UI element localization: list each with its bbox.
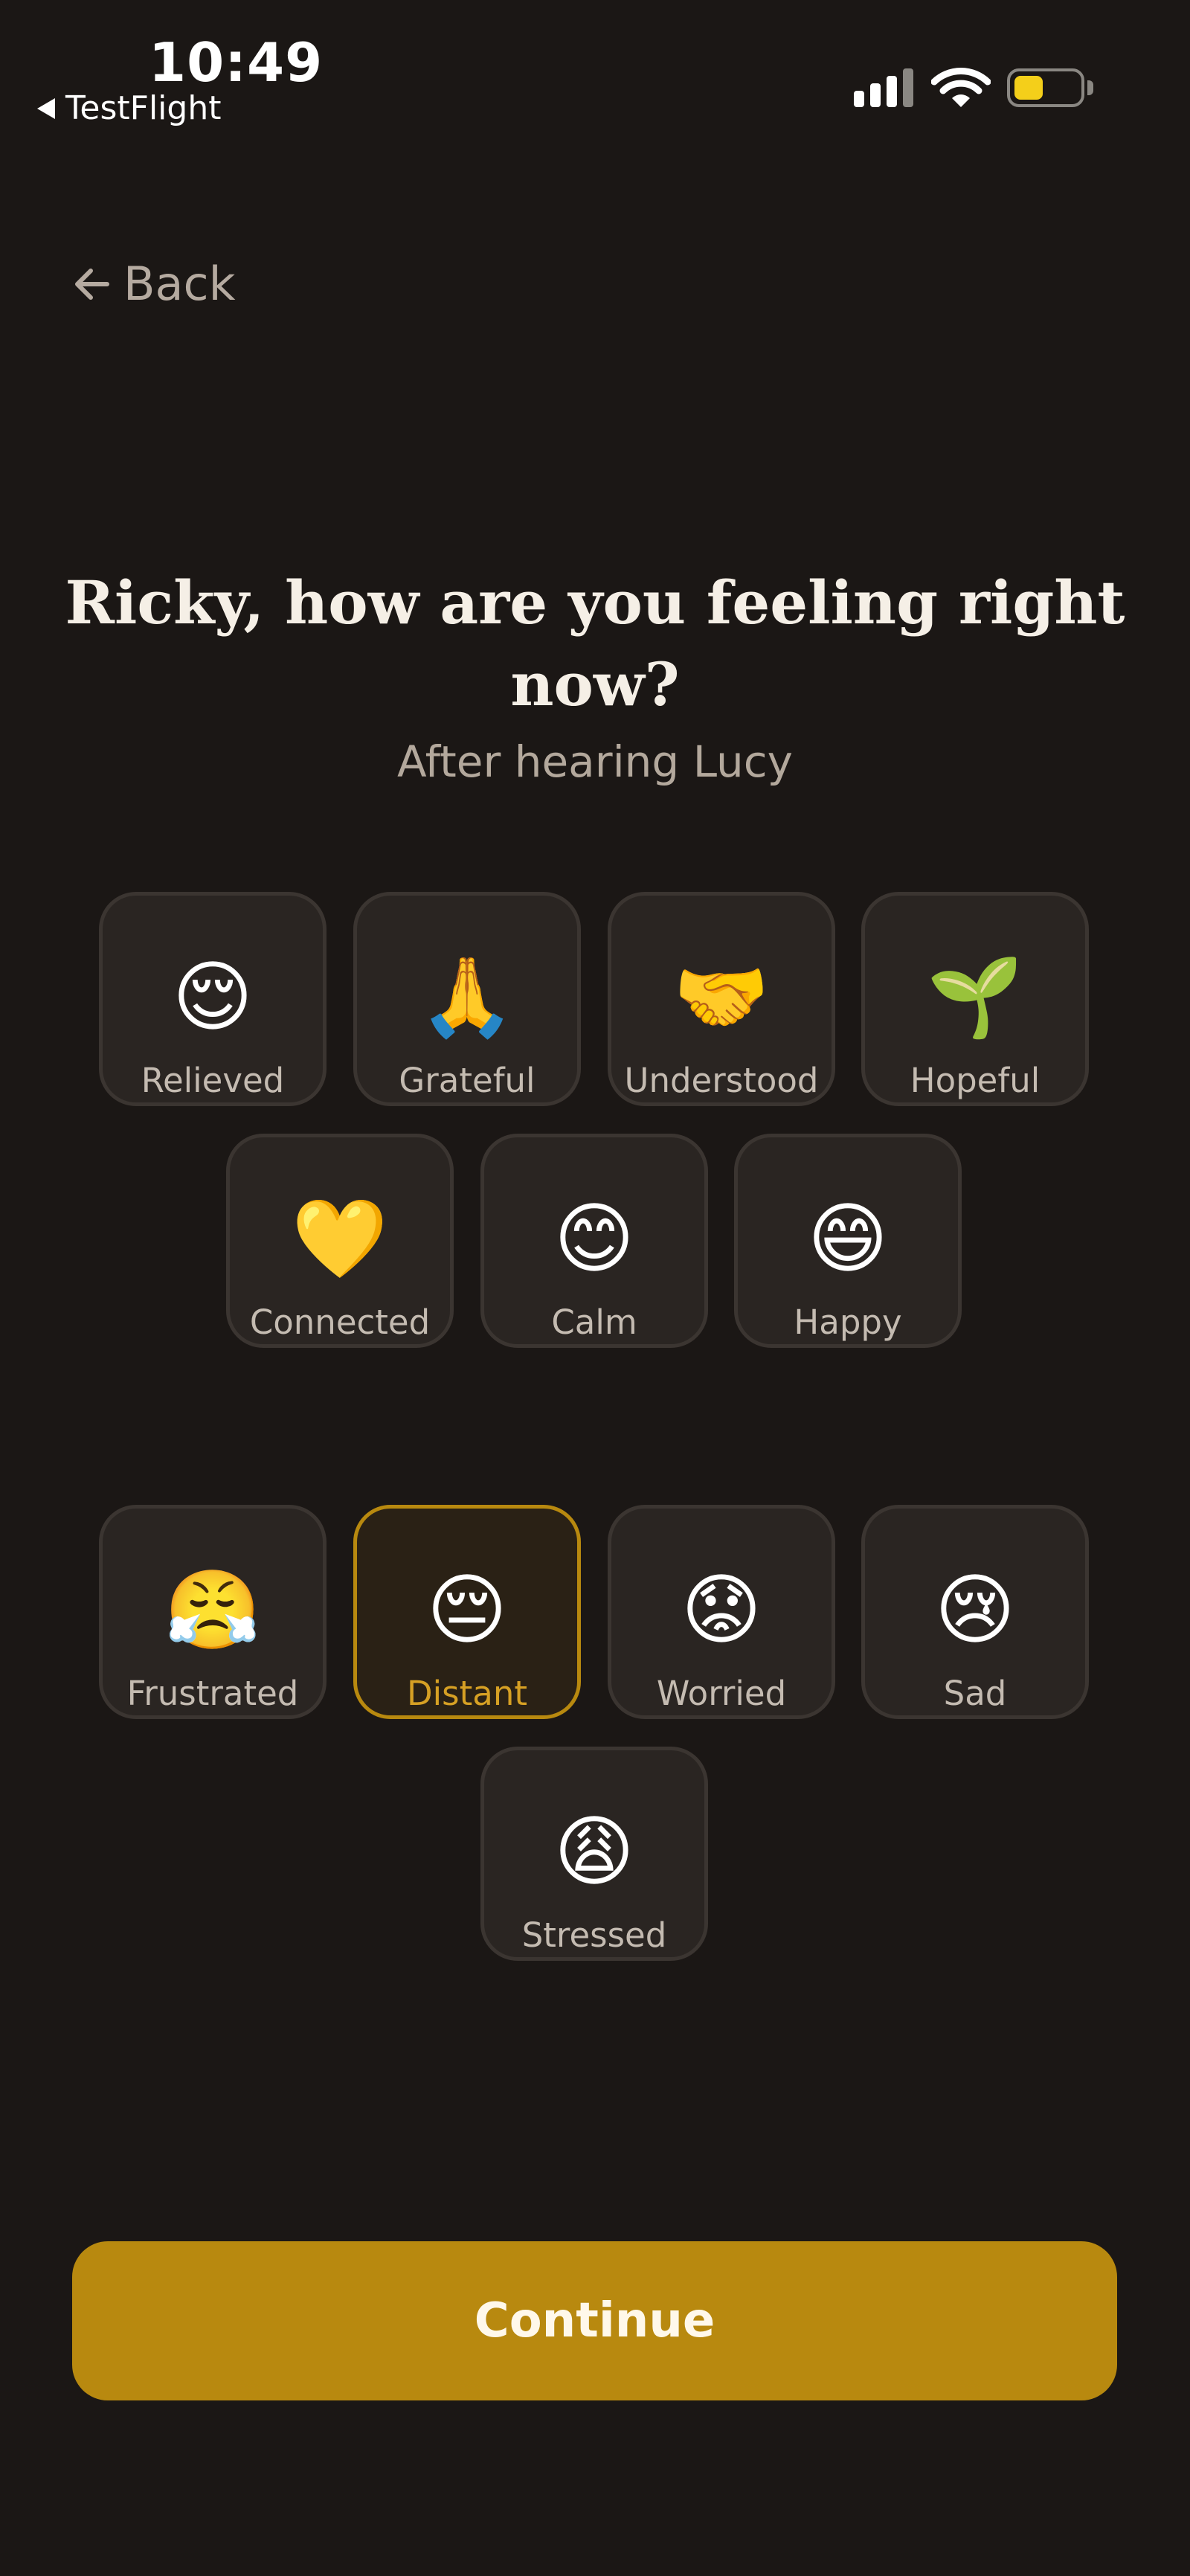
emotion-label: Distant xyxy=(407,1674,527,1713)
battery-icon xyxy=(1007,68,1084,107)
seedling-icon: 🌱 xyxy=(927,951,1023,1042)
wifi-icon xyxy=(931,68,991,107)
relieved-face-icon: 😌 xyxy=(172,951,254,1042)
emotion-card-relieved[interactable]: 😌 Relieved xyxy=(99,892,327,1106)
page-title: Ricky, how are you feeling right now? xyxy=(65,568,1125,719)
emotion-label: Connected xyxy=(249,1303,431,1342)
emotion-card-grateful[interactable]: 🙏 Grateful xyxy=(353,892,581,1106)
back-triangle-icon xyxy=(37,97,55,119)
emotion-label: Understood xyxy=(624,1061,819,1100)
status-time: 10:49 xyxy=(149,31,324,94)
emotion-label: Frustrated xyxy=(126,1674,299,1713)
continue-button[interactable]: Continue xyxy=(72,2241,1117,2400)
weary-face-icon: 😩 xyxy=(553,1806,635,1897)
emotion-card-connected[interactable]: 💛 Connected xyxy=(226,1134,454,1348)
emotion-card-distant[interactable]: 😔 Distant xyxy=(353,1505,581,1719)
status-back-to-app[interactable]: TestFlight xyxy=(37,89,221,127)
emotion-card-frustrated[interactable]: 😤 Frustrated xyxy=(99,1505,327,1719)
emotion-card-sad[interactable]: 😢 Sad xyxy=(861,1505,1089,1719)
back-label: Back xyxy=(123,257,236,311)
face-with-steam-icon: 😤 xyxy=(164,1564,261,1655)
yellow-heart-icon: 💛 xyxy=(292,1193,388,1284)
arrow-left-icon xyxy=(75,268,109,300)
emotion-label: Calm xyxy=(551,1303,637,1342)
grinning-face-icon: 😄 xyxy=(807,1193,889,1284)
emotion-label: Grateful xyxy=(399,1061,536,1100)
emotion-card-worried[interactable]: 😟 Worried xyxy=(608,1505,835,1719)
emotion-card-stressed[interactable]: 😩 Stressed xyxy=(480,1747,708,1961)
emotion-card-understood[interactable]: 🤝 Understood xyxy=(608,892,835,1106)
emotion-label: Stressed xyxy=(521,1915,667,1955)
emotion-card-hopeful[interactable]: 🌱 Hopeful xyxy=(861,892,1089,1106)
handshake-icon: 🤝 xyxy=(673,951,770,1042)
page-subtitle: After hearing Lucy xyxy=(397,736,793,787)
emotion-card-calm[interactable]: 😊 Calm xyxy=(480,1134,708,1348)
emotion-label: Worried xyxy=(656,1674,787,1713)
status-back-label: TestFlight xyxy=(65,89,222,127)
back-button[interactable]: Back xyxy=(71,257,236,311)
folded-hands-icon: 🙏 xyxy=(419,951,515,1042)
emotion-label: Hopeful xyxy=(910,1061,1041,1100)
battery-tip xyxy=(1087,80,1093,95)
emotion-card-happy[interactable]: 😄 Happy xyxy=(734,1134,962,1348)
emotion-label: Sad xyxy=(943,1674,1007,1713)
emotion-label: Relieved xyxy=(141,1061,285,1100)
worried-face-icon: 😟 xyxy=(681,1564,762,1655)
cellular-signal-icon xyxy=(854,68,913,107)
crying-face-icon: 😢 xyxy=(934,1564,1016,1655)
emotion-label: Happy xyxy=(794,1303,902,1342)
smiling-face-icon: 😊 xyxy=(553,1193,635,1284)
pensive-face-icon: 😔 xyxy=(426,1564,508,1655)
